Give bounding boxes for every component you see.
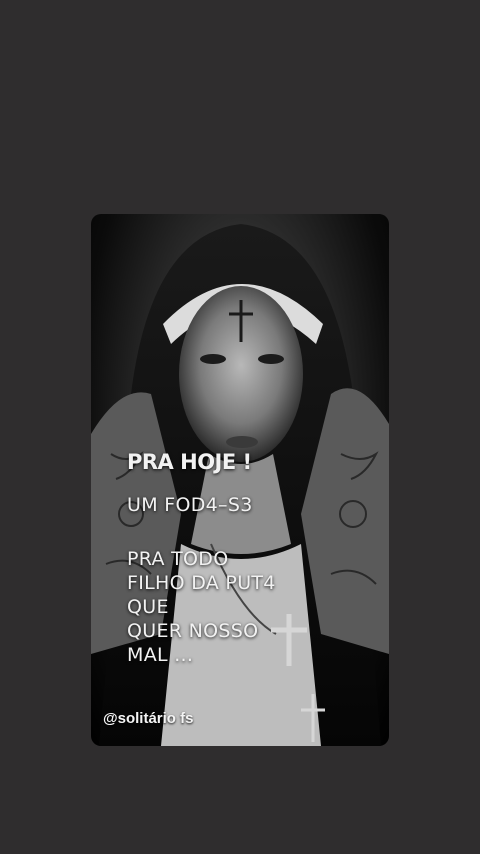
- caption-line-2: PRA TODO: [127, 548, 229, 570]
- caption-text-block: PRA HOJE ! UM FOD4–S3 PRA TODO FILHO DA …: [127, 452, 377, 667]
- headline-text: PRA HOJE !: [127, 450, 252, 474]
- caption-line-3: FILHO DA PUT4: [127, 572, 276, 594]
- caption-line-5: QUER NOSSO: [127, 620, 259, 642]
- caption-line-1: UM FOD4–S3: [127, 494, 253, 516]
- author-handle[interactable]: @solitário fs: [103, 710, 193, 727]
- caption-line-6: MAL ...: [127, 644, 194, 666]
- caption-line-4: QUE: [127, 596, 169, 618]
- screen: PRA HOJE ! UM FOD4–S3 PRA TODO FILHO DA …: [0, 0, 480, 854]
- story-card[interactable]: PRA HOJE ! UM FOD4–S3 PRA TODO FILHO DA …: [91, 214, 389, 746]
